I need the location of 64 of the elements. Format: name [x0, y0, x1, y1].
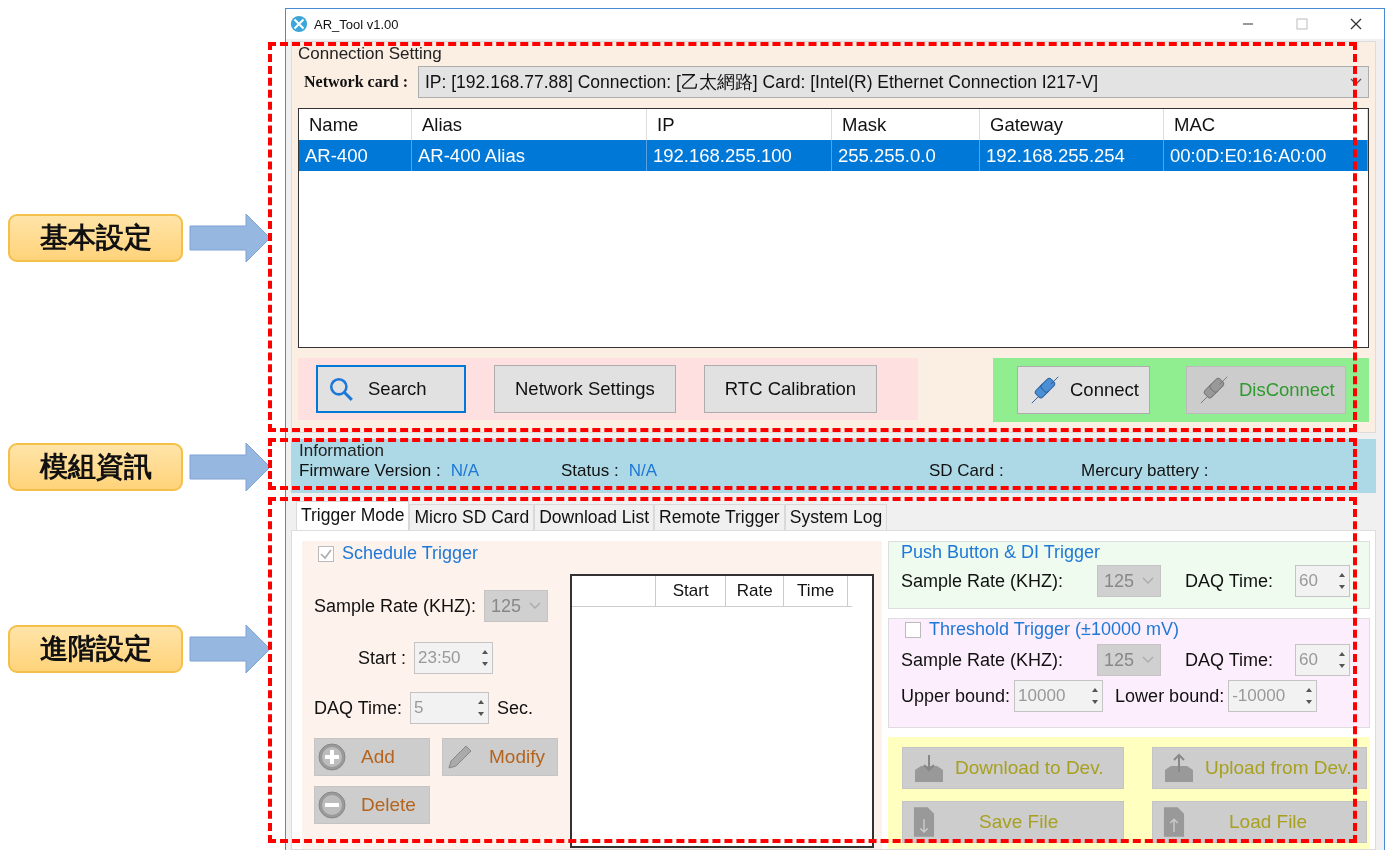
- window-title: AR_Tool v1.00: [314, 16, 399, 32]
- table-cell: AR-400 Alias: [412, 140, 647, 171]
- column-header[interactable]: Start: [656, 576, 727, 606]
- network-card-label: Network card :: [304, 73, 408, 91]
- group-title: Threshold Trigger (±10000 mV): [929, 619, 1179, 640]
- annotation-label: 模組資訊: [8, 443, 183, 491]
- annotation-label: 基本設定: [8, 214, 183, 262]
- tray-download-icon: [913, 752, 945, 784]
- info-label: Mercury battery :: [1081, 461, 1209, 481]
- column-header[interactable]: Time: [784, 576, 849, 606]
- file-up-icon: [1163, 806, 1185, 838]
- tab[interactable]: System Log: [784, 504, 888, 530]
- search-icon: [328, 376, 354, 402]
- info-value: N/A: [450, 461, 480, 481]
- field-label: Start :: [358, 647, 406, 669]
- group-title: Connection Setting: [298, 44, 443, 64]
- arrow-icon: [189, 442, 271, 492]
- dropdown-caret-icon: [1142, 656, 1154, 664]
- arrow-icon: [189, 624, 271, 674]
- field-label: DAQ Time:: [1185, 570, 1274, 592]
- info-label: Firmware Version :: [299, 461, 441, 481]
- action-button[interactable]: RTC Calibration: [703, 365, 878, 413]
- action-button[interactable]: Network Settings: [494, 365, 676, 413]
- dropdown-caret-icon: [1350, 78, 1362, 86]
- field-label: Sample Rate (KHZ):: [901, 649, 1065, 671]
- network-card-dropdown[interactable]: IP: [192.168.77.88] Connection: [乙太網路] Card: [Intel(R) Ethernet Connection I217-V]: [417, 66, 1369, 98]
- arrow-icon: [189, 213, 271, 263]
- annotation-label: 進階設定: [8, 625, 183, 673]
- plus-circle-icon: [317, 742, 347, 772]
- checkbox[interactable]: [318, 545, 334, 562]
- field-label: DAQ Time:: [314, 697, 402, 719]
- tab[interactable]: Download List: [534, 504, 655, 530]
- dropdown-caret-icon: [529, 602, 542, 610]
- app-icon: [290, 15, 308, 33]
- table-cell: 192.168.255.254: [980, 140, 1164, 171]
- table-cell: 192.168.255.100: [647, 140, 832, 171]
- field-label: Lower bound:: [1115, 685, 1225, 707]
- group-title: Schedule Trigger: [342, 543, 479, 564]
- tab[interactable]: Remote Trigger: [654, 504, 785, 530]
- group-title: Information: [299, 441, 385, 460]
- connect-button[interactable]: Connect: [1017, 366, 1150, 414]
- table-cell: 00:0D:E0:16:A0:00: [1164, 140, 1368, 171]
- field-label: Sample Rate (KHZ):: [901, 570, 1065, 592]
- dropdown-caret-icon: [1142, 577, 1154, 585]
- table-cell: AR-400: [299, 140, 412, 171]
- minus-circle-icon: [317, 790, 347, 820]
- info-label: SD Card :: [929, 461, 1004, 481]
- field-label: Sample Rate (KHZ):: [314, 595, 477, 617]
- tab[interactable]: Micro SD Card: [409, 504, 535, 530]
- search-button[interactable]: Search: [316, 365, 466, 413]
- info-value: N/A: [628, 461, 657, 481]
- table-row[interactable]: AR-400 AR-400 Alias 192.168.255.100 255.255.0.0 192.168.255.254 00:0D:E0:16:A0:00: [299, 140, 1368, 171]
- tab[interactable]: Trigger Mode: [296, 501, 410, 530]
- column-header[interactable]: Rate: [726, 576, 785, 606]
- table-cell: 255.255.0.0: [832, 140, 980, 171]
- field-label: Upper bound:: [901, 685, 1011, 707]
- unit-label: Sec.: [497, 697, 534, 719]
- field-label: DAQ Time:: [1185, 649, 1274, 671]
- info-label: Status :: [561, 461, 619, 481]
- close-icon[interactable]: [1350, 18, 1362, 30]
- group-title: Push Button & DI Trigger: [901, 542, 1102, 563]
- file-down-icon: [913, 806, 935, 838]
- checkbox[interactable]: [905, 621, 921, 638]
- tray-upload-icon: [1163, 752, 1195, 784]
